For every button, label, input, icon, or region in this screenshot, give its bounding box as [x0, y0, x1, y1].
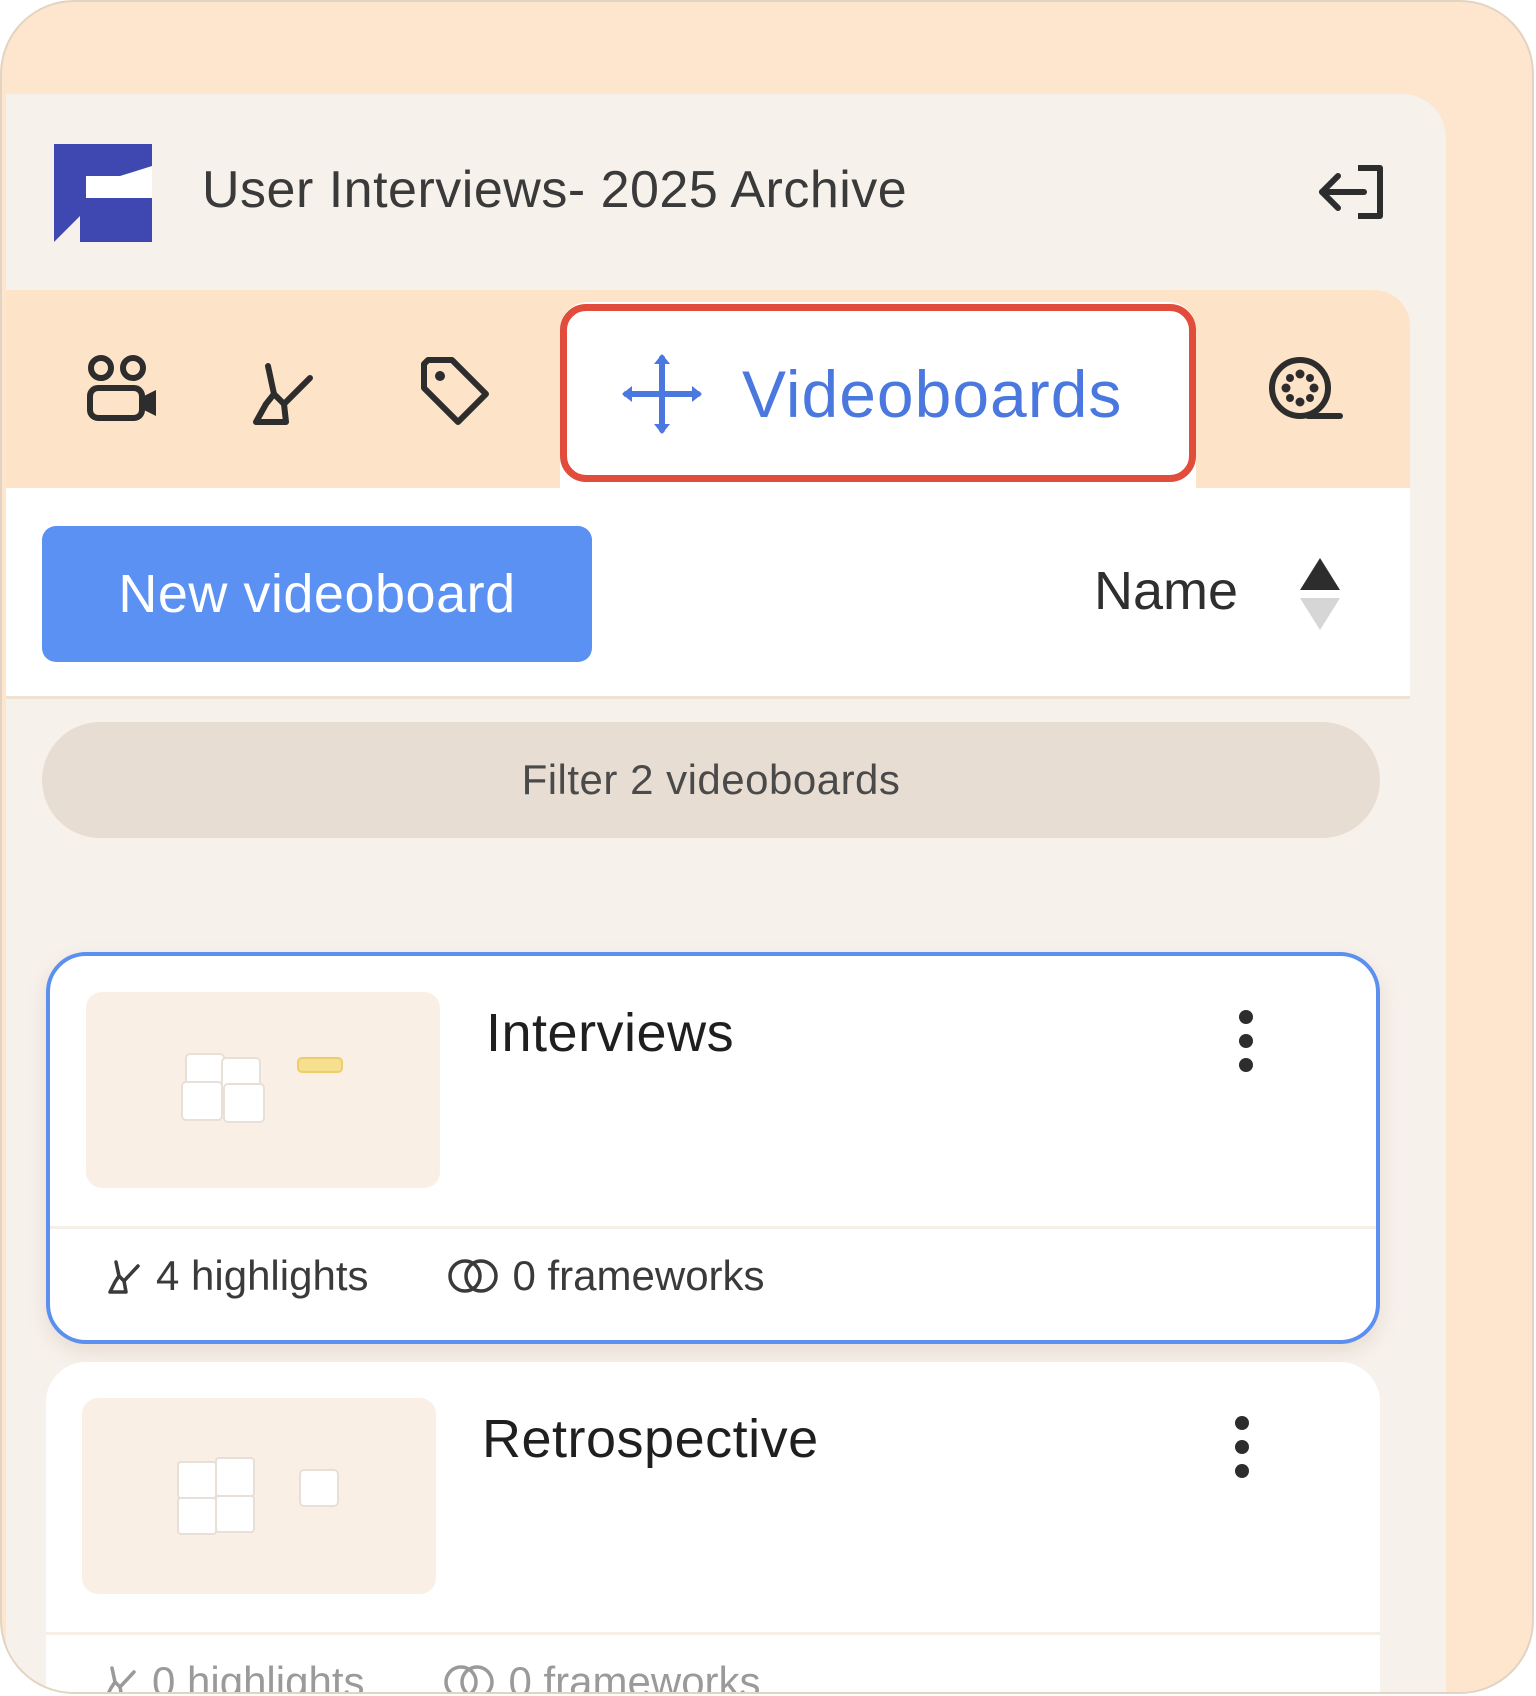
videoboard-stats: 0 highlights 0 frameworks [102, 1658, 761, 1694]
frameworks-count: 0 frameworks [508, 1658, 761, 1694]
app-frame: User Interviews- 2025 Archive Videoboard… [0, 0, 1534, 1694]
people-camera-icon[interactable] [82, 350, 162, 430]
videoboard-move-icon [622, 354, 702, 434]
highlights-count: 0 highlights [152, 1658, 365, 1694]
highlighter-icon [107, 1666, 136, 1692]
frameworks-icon [444, 1665, 495, 1692]
tab-bar: Videoboards [6, 290, 1410, 488]
app-logo-icon [54, 144, 152, 242]
videoboard-thumbnail [86, 992, 440, 1188]
videoboards-content: New videoboard Name Filter 2 videoboards [6, 488, 1410, 1694]
frameworks-count: 0 frameworks [512, 1252, 765, 1299]
videoboard-card[interactable]: Interviews 4 highlights 0 frameworks [46, 952, 1380, 1344]
highlighter-icon[interactable] [244, 350, 324, 430]
sort-toggle-icon[interactable] [1298, 554, 1342, 634]
frameworks-icon [448, 1259, 499, 1293]
highlighter-icon [108, 1260, 140, 1294]
project-title: User Interviews- 2025 Archive [202, 161, 908, 219]
card-divider [46, 1632, 1380, 1635]
videoboards-toolbar: New videoboard Name [6, 488, 1410, 699]
videoboard-stats: 4 highlights 0 frameworks [106, 1252, 765, 1300]
videoboard-thumbnail [82, 1398, 436, 1594]
tag-icon[interactable] [414, 350, 494, 430]
more-options-icon[interactable] [1228, 1008, 1264, 1074]
highlights-count: 4 highlights [156, 1252, 369, 1299]
videoboard-title[interactable]: Retrospective [482, 1408, 819, 1470]
film-reel-icon[interactable] [1264, 350, 1344, 430]
project-header: User Interviews- 2025 Archive [6, 94, 1446, 290]
sidebar-panel: User Interviews- 2025 Archive Videoboard… [6, 94, 1446, 1694]
collapse-panel-icon[interactable] [1318, 164, 1388, 220]
new-videoboard-button[interactable]: New videoboard [42, 526, 592, 662]
videoboard-card[interactable]: Retrospective 0 highlights 0 frameworks [46, 1362, 1380, 1694]
more-options-icon[interactable] [1224, 1414, 1260, 1480]
tab-videoboards-label: Videoboards [742, 357, 1123, 431]
videoboard-title[interactable]: Interviews [486, 1002, 734, 1064]
filter-videoboards-input[interactable]: Filter 2 videoboards [42, 722, 1380, 838]
sort-by-name-label[interactable]: Name [1094, 560, 1238, 622]
tab-videoboards[interactable]: Videoboards [560, 302, 1196, 488]
card-divider [50, 1226, 1376, 1229]
